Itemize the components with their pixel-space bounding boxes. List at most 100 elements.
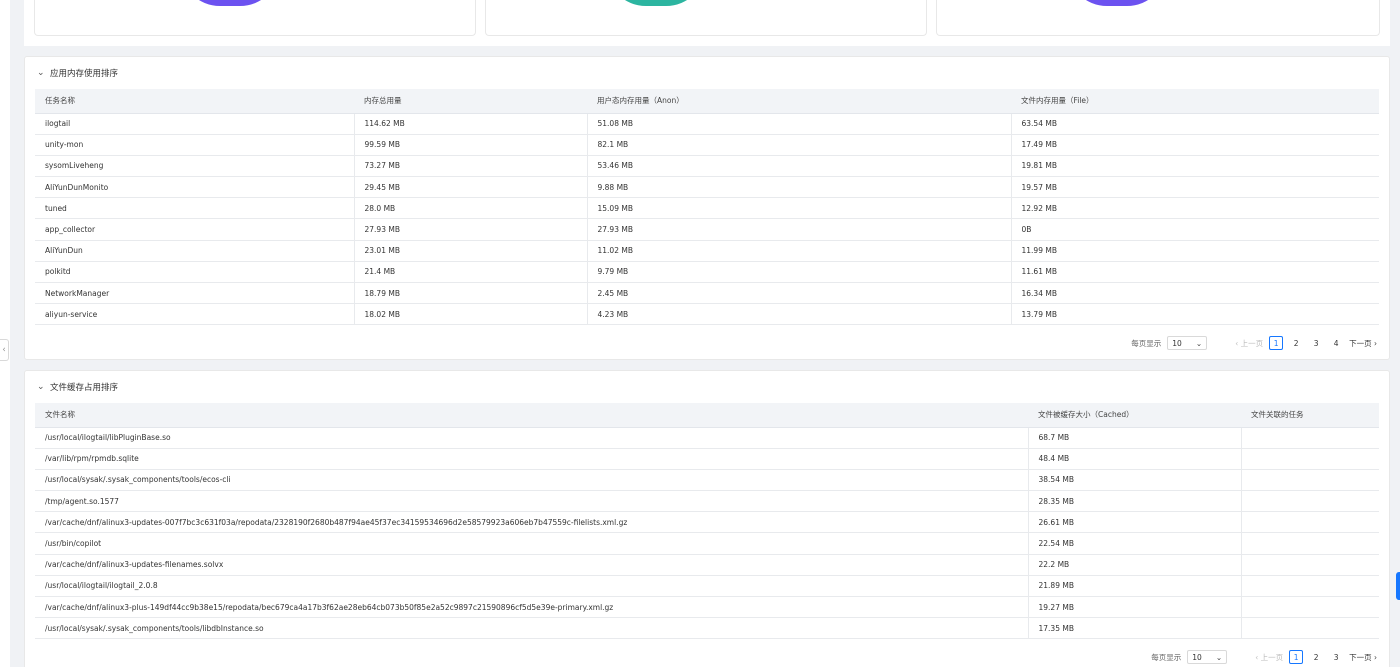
table-cell: 4.23 MB bbox=[587, 303, 1012, 326]
table-cell: 26.61 MB bbox=[1028, 511, 1242, 534]
floating-tool-tab[interactable] bbox=[1396, 572, 1400, 600]
file-pagination: 每页显示 10 ⌄ ‹ 上一页 1 2 3 下一页 › bbox=[1151, 649, 1377, 665]
table-cell: /var/cache/dnf/alinux3-plus-149df44cc9b3… bbox=[35, 596, 1029, 619]
prev-page-button[interactable]: ‹ 上一页 bbox=[1255, 652, 1283, 663]
next-page-button[interactable]: 下一页 › bbox=[1349, 338, 1377, 349]
memory-section-title: 应用内存使用排序 bbox=[50, 69, 119, 79]
page-size-select[interactable]: 10 ⌄ bbox=[1167, 336, 1208, 350]
page-button-2[interactable]: 2 bbox=[1289, 336, 1303, 350]
memory-table-header: 任务名称 内存总用量 用户态内存用量（Anon） 文件内存用量（File） bbox=[35, 89, 1379, 114]
table-cell: 99.59 MB bbox=[354, 134, 588, 156]
page-size-label: 每页显示 bbox=[1131, 338, 1162, 348]
table-cell: NetworkManager bbox=[35, 282, 355, 305]
next-page-label: 下一页 bbox=[1349, 338, 1372, 348]
table-cell: /usr/local/ilogtail/libPluginBase.so bbox=[35, 427, 1029, 449]
table-cell: 18.79 MB bbox=[354, 282, 588, 305]
next-page-label: 下一页 bbox=[1349, 652, 1372, 662]
table-cell: 23.01 MB bbox=[354, 240, 588, 262]
table-row: AliYunDun 23.01 MB 11.02 MB 11.99 MB bbox=[35, 240, 1379, 262]
page-size-value: 10 bbox=[1192, 652, 1202, 662]
file-section-title: 文件缓存占用排序 bbox=[50, 383, 119, 393]
table-cell bbox=[1241, 427, 1379, 449]
chevron-left-icon: ‹ bbox=[2, 345, 6, 355]
next-page-button[interactable]: 下一页 › bbox=[1349, 652, 1377, 663]
table-cell: tuned bbox=[35, 197, 355, 220]
table-cell: 9.79 MB bbox=[587, 261, 1012, 284]
table-cell: 48.4 MB bbox=[1028, 448, 1242, 470]
table-cell: /var/cache/dnf/alinux3-updates-007f7bc3c… bbox=[35, 511, 1029, 534]
table-cell: 15.09 MB bbox=[587, 197, 1012, 220]
table-cell: 27.93 MB bbox=[354, 218, 588, 241]
table-cell: 17.49 MB bbox=[1011, 134, 1379, 156]
table-cell bbox=[1241, 617, 1379, 640]
donut-arc-3 bbox=[1067, 0, 1167, 6]
table-cell: 82.1 MB bbox=[587, 134, 1012, 156]
page-size-select[interactable]: 10 ⌄ bbox=[1187, 650, 1228, 664]
column-header[interactable]: 任务名称 bbox=[35, 89, 354, 114]
table-cell: aliyun-service bbox=[35, 303, 355, 326]
table-cell: 29.45 MB bbox=[354, 176, 588, 199]
left-gutter bbox=[0, 0, 10, 667]
table-row: aliyun-service 18.02 MB 4.23 MB 13.79 MB bbox=[35, 303, 1379, 326]
table-row: /var/cache/dnf/alinux3-updates-007f7bc3c… bbox=[35, 511, 1379, 534]
sidebar-collapse-handle[interactable]: ‹ bbox=[0, 339, 9, 361]
column-header[interactable]: 内存总用量 bbox=[354, 89, 587, 114]
table-cell: /usr/bin/copilot bbox=[35, 532, 1029, 555]
table-cell bbox=[1241, 469, 1379, 492]
table-row: /usr/local/ilogtail/ilogtail_2.0.8 21.89 … bbox=[35, 575, 1379, 598]
table-cell: 16.34 MB bbox=[1011, 282, 1379, 305]
page-button-3[interactable]: 3 bbox=[1309, 336, 1323, 350]
table-cell: sysomLiveheng bbox=[35, 155, 355, 178]
table-cell: app_collector bbox=[35, 218, 355, 241]
memory-table: 任务名称 内存总用量 用户态内存用量（Anon） 文件内存用量（File） il… bbox=[35, 89, 1379, 326]
prev-page-label: 上一页 bbox=[1240, 338, 1264, 348]
chart-card-2 bbox=[485, 0, 927, 36]
page-button-1[interactable]: 1 bbox=[1269, 336, 1284, 350]
table-row: unity-mon 99.59 MB 82.1 MB 17.49 MB bbox=[35, 134, 1379, 156]
table-cell: /var/cache/dnf/alinux3-updates-filenames… bbox=[35, 554, 1029, 576]
memory-section-header[interactable]: ⌄ 应用内存使用排序 bbox=[25, 57, 1389, 89]
table-cell: /var/lib/rpm/rpmdb.sqlite bbox=[35, 448, 1029, 470]
chevron-down-icon: ⌄ bbox=[1195, 338, 1203, 348]
column-header[interactable]: 文件关联的任务 bbox=[1241, 403, 1379, 428]
table-cell: 28.35 MB bbox=[1028, 490, 1242, 513]
memory-usage-section: ⌄ 应用内存使用排序 任务名称 内存总用量 用户态内存用量（Anon） 文件内存… bbox=[24, 56, 1390, 360]
table-row: /usr/local/sysak/.sysak_components/tools… bbox=[35, 617, 1379, 640]
table-row: /var/cache/dnf/alinux3-plus-149df44cc9b3… bbox=[35, 596, 1379, 619]
column-header[interactable]: 用户态内存用量（Anon） bbox=[587, 89, 1011, 114]
file-cache-table: 文件名称 文件被缓存大小（Cached） 文件关联的任务 /usr/local/… bbox=[35, 403, 1379, 640]
table-row: app_collector 27.93 MB 27.93 MB 0B bbox=[35, 218, 1379, 241]
chevron-down-icon: ⌄ bbox=[1215, 652, 1223, 662]
prev-page-button[interactable]: ‹ 上一页 bbox=[1235, 338, 1263, 349]
table-row: /var/cache/dnf/alinux3-updates-filenames… bbox=[35, 554, 1379, 576]
table-cell bbox=[1241, 448, 1379, 470]
table-row: /var/lib/rpm/rpmdb.sqlite 48.4 MB bbox=[35, 448, 1379, 470]
table-cell: AliYunDunMonito bbox=[35, 176, 355, 199]
column-header[interactable]: 文件被缓存大小（Cached） bbox=[1028, 403, 1241, 428]
table-cell: 73.27 MB bbox=[354, 155, 588, 178]
table-cell: unity-mon bbox=[35, 134, 355, 156]
table-cell: polkitd bbox=[35, 261, 355, 284]
file-section-header[interactable]: ⌄ 文件缓存占用排序 bbox=[25, 371, 1389, 403]
page-button-2[interactable]: 2 bbox=[1309, 650, 1323, 664]
table-cell: /usr/local/sysak/.sysak_components/tools… bbox=[35, 617, 1029, 640]
table-cell: AliYunDun bbox=[35, 240, 355, 262]
table-cell: 68.7 MB bbox=[1028, 427, 1242, 449]
table-cell: 114.62 MB bbox=[354, 113, 588, 135]
page-button-1[interactable]: 1 bbox=[1289, 650, 1304, 664]
table-cell: 19.27 MB bbox=[1028, 596, 1242, 619]
table-cell: /usr/local/sysak/.sysak_components/tools… bbox=[35, 469, 1029, 492]
page-size-label: 每页显示 bbox=[1151, 652, 1182, 662]
table-cell: 63.54 MB bbox=[1011, 113, 1379, 135]
main-content: ⌄ 应用内存使用排序 任务名称 内存总用量 用户态内存用量（Anon） 文件内存… bbox=[24, 0, 1390, 667]
table-row: polkitd 21.4 MB 9.79 MB 11.61 MB bbox=[35, 261, 1379, 284]
table-row: AliYunDunMonito 29.45 MB 9.88 MB 19.57 MB bbox=[35, 176, 1379, 199]
file-table-header: 文件名称 文件被缓存大小（Cached） 文件关联的任务 bbox=[35, 403, 1379, 428]
table-cell bbox=[1241, 490, 1379, 513]
page-button-3[interactable]: 3 bbox=[1329, 650, 1343, 664]
column-header[interactable]: 文件内存用量（File） bbox=[1011, 89, 1379, 114]
page-button-4[interactable]: 4 bbox=[1329, 336, 1343, 350]
page-size-value: 10 bbox=[1172, 338, 1182, 348]
prev-page-label: 上一页 bbox=[1260, 652, 1284, 662]
column-header[interactable]: 文件名称 bbox=[35, 403, 1028, 428]
